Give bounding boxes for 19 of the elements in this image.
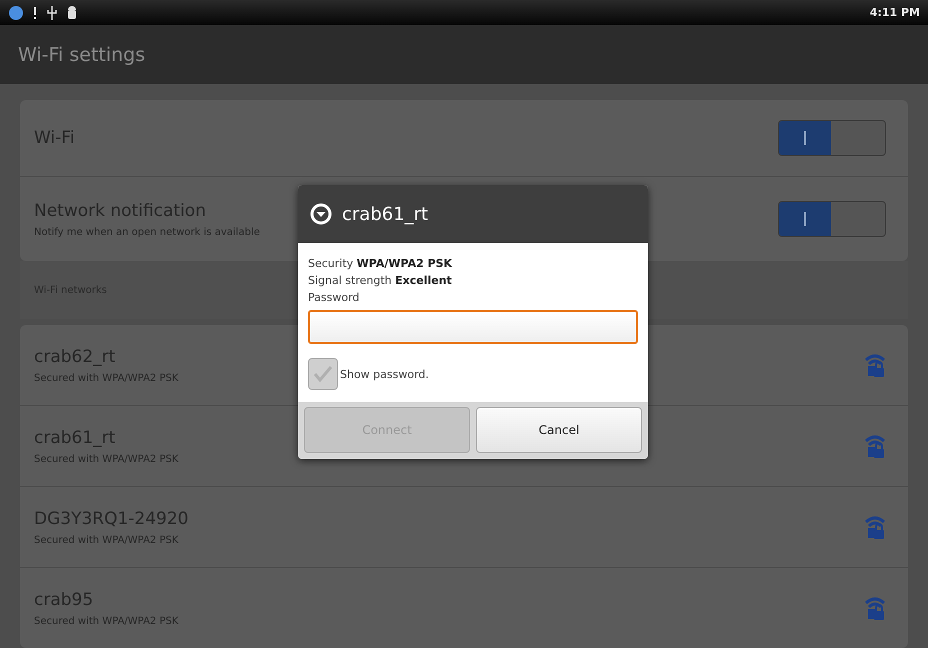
password-label: Password	[308, 291, 360, 304]
screen-title: Wi-Fi settings	[18, 44, 146, 66]
check-icon	[313, 365, 333, 383]
show-password-label: Show password.	[340, 368, 429, 380]
dialog-button[interactable]: Cancel	[476, 407, 642, 453]
wifi-lock-icon	[864, 352, 886, 378]
wifi-lock-icon	[864, 514, 886, 540]
network-detail: Signal strength Excellent	[308, 274, 453, 287]
wifi-lock-icon	[864, 595, 886, 621]
status-time: 4:11 PM	[870, 6, 920, 20]
toggle-switch[interactable]	[778, 120, 886, 156]
toggle-switch[interactable]	[778, 201, 886, 237]
wifi-lock-icon	[864, 433, 886, 459]
show-password-checkbox[interactable]	[308, 358, 338, 390]
dialog-title: crab61_rt	[342, 204, 428, 224]
network-detail: Security WPA/WPA2 PSK	[308, 257, 454, 270]
dropdown-circle-icon	[310, 203, 332, 225]
password-field[interactable]	[308, 310, 638, 344]
alert-icon	[32, 4, 38, 21]
